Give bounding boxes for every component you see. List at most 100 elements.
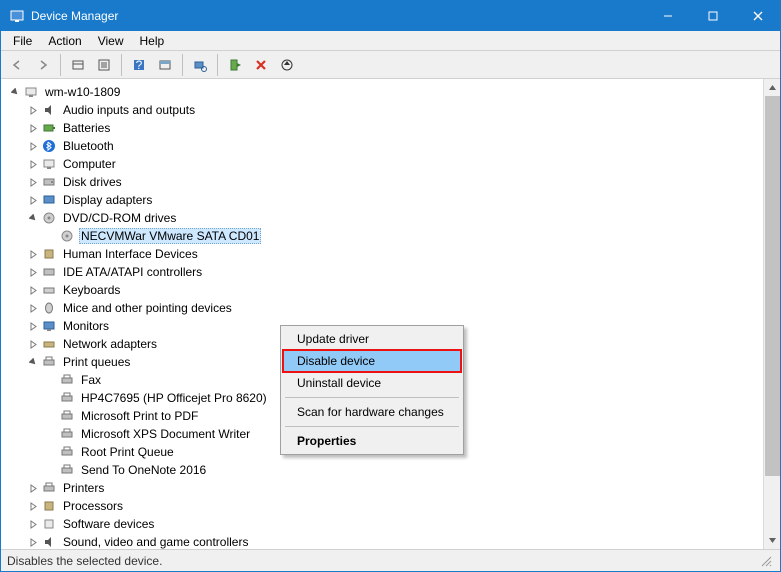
category-label[interactable]: Batteries (61, 121, 112, 135)
device-label[interactable]: HP4C7695 (HP Officejet Pro 8620) (79, 391, 269, 405)
resize-grip-icon[interactable] (758, 553, 774, 569)
printer-icon (59, 444, 75, 460)
back-button[interactable] (5, 53, 29, 77)
properties-button[interactable] (92, 53, 116, 77)
device-label[interactable]: Send To OneNote 2016 (79, 463, 208, 477)
context-menu-separator (285, 426, 459, 427)
scroll-down-arrow-icon[interactable] (764, 532, 780, 549)
titlebar: Device Manager (1, 1, 780, 31)
category-label[interactable]: DVD/CD-ROM drives (61, 211, 178, 225)
scroll-up-arrow-icon[interactable] (764, 79, 780, 96)
category-label[interactable]: Software devices (61, 517, 156, 531)
close-button[interactable] (735, 1, 780, 31)
keyboard-icon (41, 282, 57, 298)
enable-button[interactable] (223, 53, 247, 77)
app-icon (9, 8, 25, 24)
expander-icon[interactable] (25, 534, 41, 549)
context-menu-separator (285, 397, 459, 398)
help-button[interactable]: ? (127, 53, 151, 77)
category-label[interactable]: Display adapters (61, 193, 154, 207)
expander-icon[interactable] (25, 498, 41, 514)
scrollbar-thumb[interactable] (765, 96, 780, 476)
root-node-label[interactable]: wm-w10-1809 (43, 85, 122, 99)
category-label[interactable]: Human Interface Devices (61, 247, 200, 261)
expander-icon[interactable] (25, 102, 41, 118)
category-label[interactable]: Printers (61, 481, 106, 495)
context-menu-label: Scan for hardware changes (297, 405, 444, 419)
expander-icon[interactable] (25, 156, 41, 172)
context-menu-scan-hardware[interactable]: Scan for hardware changes (283, 401, 461, 423)
expander-icon[interactable] (25, 354, 41, 370)
menubar: File Action View Help (1, 31, 780, 51)
category-label[interactable]: Keyboards (61, 283, 122, 297)
expander-icon[interactable] (25, 120, 41, 136)
printer-icon (59, 426, 75, 442)
device-label-selected[interactable]: NECVMWar VMware SATA CD01 (79, 228, 261, 244)
category-label[interactable]: Print queues (61, 355, 132, 369)
expander-spacer (43, 426, 59, 442)
category-label[interactable]: Mice and other pointing devices (61, 301, 234, 315)
menu-view[interactable]: View (90, 32, 132, 50)
printer-icon (59, 390, 75, 406)
category-label[interactable]: Bluetooth (61, 139, 116, 153)
device-tree[interactable]: wm-w10-1809 Audio inputs and outputs Bat… (1, 83, 780, 549)
category-label[interactable]: Computer (61, 157, 118, 171)
category-label[interactable]: Sound, video and game controllers (61, 535, 250, 549)
uninstall-button[interactable] (249, 53, 273, 77)
printer-icon (59, 462, 75, 478)
scan-hardware-button[interactable] (188, 53, 212, 77)
expander-icon[interactable] (25, 336, 41, 352)
expander-icon[interactable] (25, 264, 41, 280)
category-label[interactable]: Monitors (61, 319, 111, 333)
printer-icon (41, 480, 57, 496)
category-label[interactable]: Disk drives (61, 175, 124, 189)
context-menu-update-driver[interactable]: Update driver (283, 328, 461, 350)
expander-icon[interactable] (25, 318, 41, 334)
expander-icon[interactable] (25, 282, 41, 298)
ide-icon (41, 264, 57, 280)
device-label[interactable]: Root Print Queue (79, 445, 176, 459)
expander-icon[interactable] (25, 174, 41, 190)
audio-icon (41, 102, 57, 118)
category-label[interactable]: Audio inputs and outputs (61, 103, 197, 117)
hid-icon (41, 246, 57, 262)
expander-icon[interactable] (25, 138, 41, 154)
update-driver-button[interactable] (275, 53, 299, 77)
show-hide-console-button[interactable] (66, 53, 90, 77)
expander-icon[interactable] (25, 246, 41, 262)
expander-icon[interactable] (25, 300, 41, 316)
minimize-button[interactable] (645, 1, 690, 31)
expander-spacer (43, 390, 59, 406)
printer-icon (59, 408, 75, 424)
menu-action[interactable]: Action (40, 32, 89, 50)
category-label[interactable]: Processors (61, 499, 125, 513)
device-label[interactable]: Microsoft Print to PDF (79, 409, 200, 423)
menu-help[interactable]: Help (132, 32, 173, 50)
monitor-icon (41, 318, 57, 334)
category-label[interactable]: IDE ATA/ATAPI controllers (61, 265, 204, 279)
expander-icon[interactable] (25, 480, 41, 496)
context-menu-disable-device[interactable]: Disable device (283, 350, 461, 372)
printer-icon (41, 354, 57, 370)
expander-icon[interactable] (25, 192, 41, 208)
device-label[interactable]: Microsoft XPS Document Writer (79, 427, 252, 441)
context-menu-uninstall-device[interactable]: Uninstall device (283, 372, 461, 394)
expander-icon[interactable] (7, 84, 23, 100)
expander-icon[interactable] (25, 210, 41, 226)
context-menu-properties[interactable]: Properties (283, 430, 461, 452)
display-adapter-icon (41, 192, 57, 208)
device-label[interactable]: Fax (79, 373, 103, 387)
maximize-button[interactable] (690, 1, 735, 31)
menu-file[interactable]: File (5, 32, 40, 50)
vertical-scrollbar[interactable] (763, 79, 780, 549)
forward-button[interactable] (31, 53, 55, 77)
bluetooth-icon (41, 138, 57, 154)
action-button[interactable] (153, 53, 177, 77)
category-label[interactable]: Network adapters (61, 337, 159, 351)
context-menu-label: Properties (297, 434, 356, 448)
expander-icon[interactable] (25, 516, 41, 532)
context-menu: Update driver Disable device Uninstall d… (280, 325, 464, 455)
network-icon (41, 336, 57, 352)
sound-icon (41, 534, 57, 549)
printer-icon (59, 372, 75, 388)
